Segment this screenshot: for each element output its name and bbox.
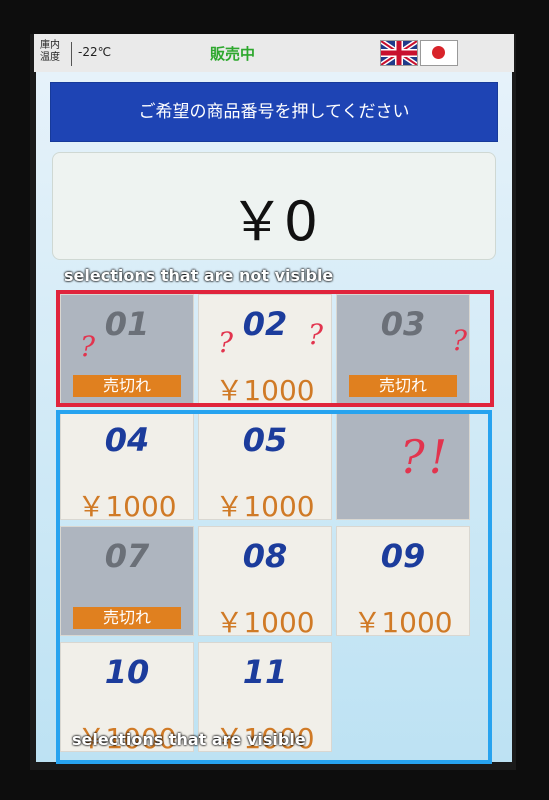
- japan-flag-circle: [432, 46, 445, 59]
- annotation-exclamation-mark: ?!: [400, 430, 452, 484]
- price-display: ￥0: [229, 190, 319, 253]
- instruction-banner: ご希望の商品番号を押してください: [50, 82, 498, 142]
- sale-status: 販売中: [210, 45, 256, 63]
- annotation-question-mark: ?: [80, 330, 96, 363]
- annotation-label-not-visible: selections that are not visible: [64, 266, 334, 285]
- annotation-question-mark: ?: [218, 326, 234, 359]
- annotation-question-mark: ?: [452, 324, 468, 357]
- annotation-box-not-visible: [56, 290, 494, 407]
- temperature-value: -22℃: [78, 45, 112, 59]
- temperature-divider: [71, 42, 72, 66]
- annotation-label-visible: selections that are visible: [72, 730, 306, 749]
- japan-flag-icon[interactable]: [420, 40, 458, 66]
- temperature-label: 庫内 温度: [40, 40, 60, 63]
- uk-flag-icon[interactable]: [380, 40, 418, 66]
- status-bar: 庫内 温度 -22℃ 販売中: [34, 34, 514, 72]
- price-box: ￥0: [52, 152, 496, 260]
- annotation-question-mark: ?: [308, 318, 324, 351]
